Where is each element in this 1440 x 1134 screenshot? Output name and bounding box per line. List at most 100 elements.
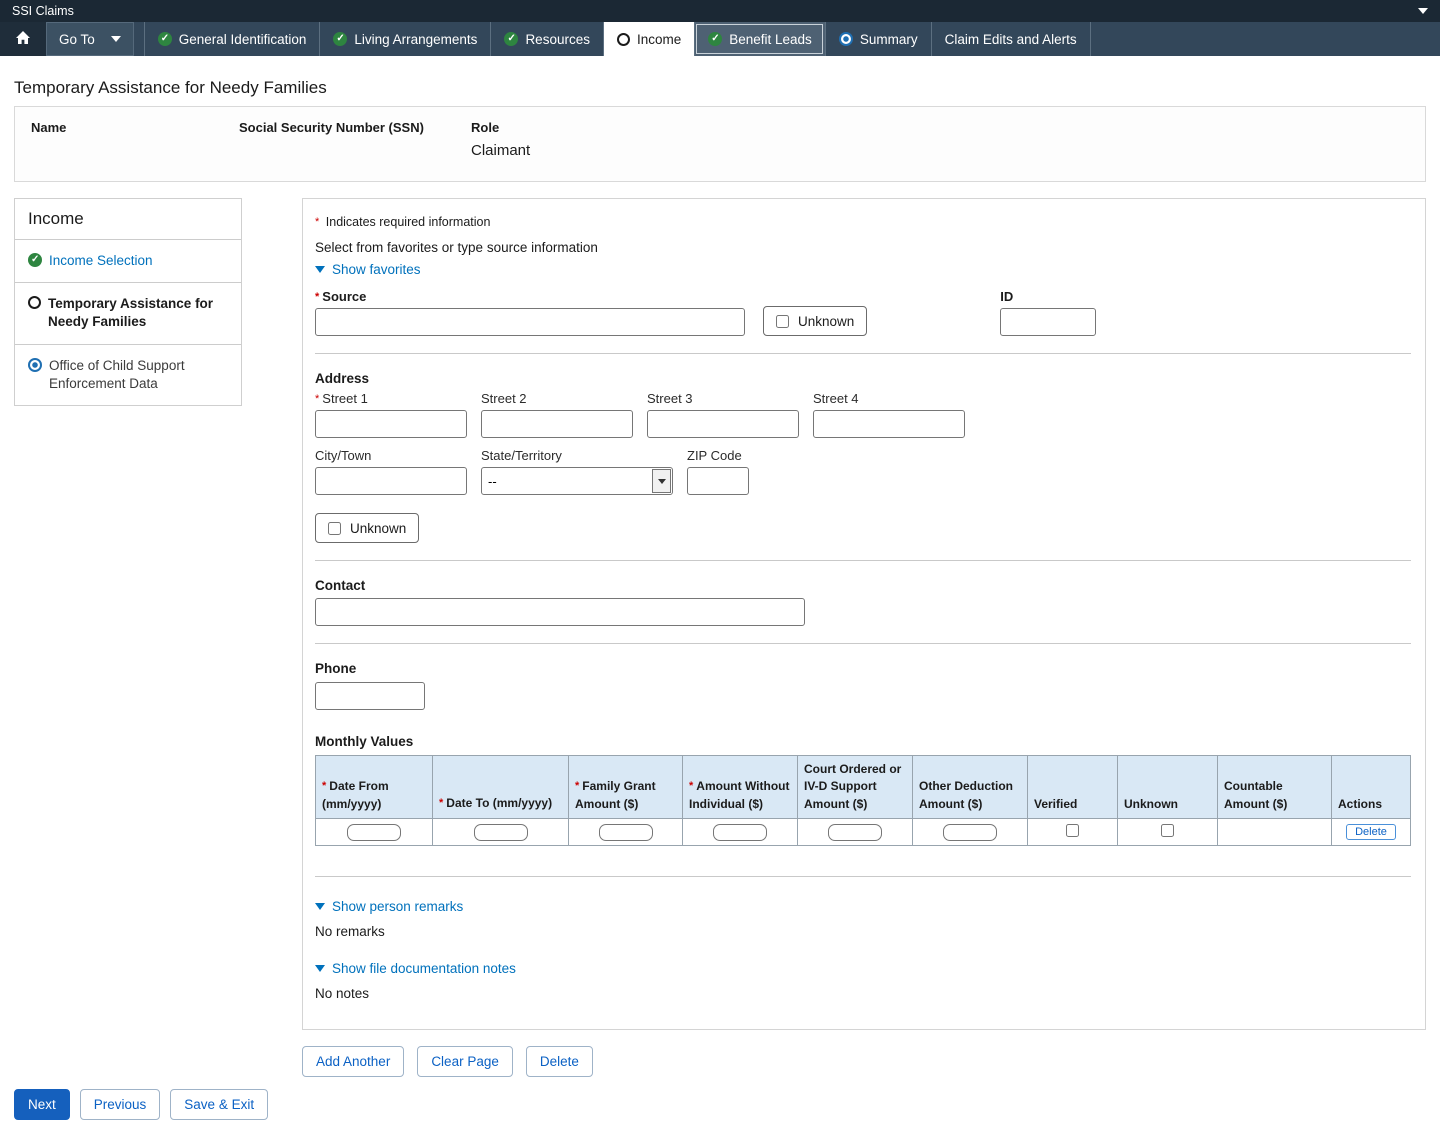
sidebar-item-label: Office of Child Support Enforcement Data [49, 357, 228, 393]
tab-label: Living Arrangements [354, 32, 477, 47]
source-label: *Source [315, 289, 745, 304]
show-person-remarks-toggle[interactable]: Show person remarks [315, 899, 1411, 914]
chevron-down-icon [315, 965, 325, 972]
notes-empty-text: No notes [315, 986, 1411, 1001]
street2-input[interactable] [481, 410, 633, 438]
tab-label: Resources [525, 32, 590, 47]
nav-tabs: General Identification Living Arrangemen… [144, 22, 1091, 56]
divider [315, 643, 1411, 644]
complete-icon [504, 32, 518, 46]
goto-label: Go To [59, 32, 95, 47]
chevron-down-icon [111, 36, 121, 42]
contact-input[interactable] [315, 598, 805, 626]
verified-checkbox[interactable] [1066, 824, 1079, 837]
family-grant-amount-input[interactable] [599, 824, 653, 841]
tab-claim-edits-and-alerts[interactable]: Claim Edits and Alerts [931, 22, 1091, 56]
address-unknown-toggle[interactable]: Unknown [315, 513, 419, 543]
window-menu-caret-icon[interactable] [1418, 8, 1428, 14]
favorites-hint: Select from favorites or type source inf… [315, 240, 1411, 255]
amount-without-individual-input[interactable] [713, 824, 767, 841]
chevron-down-icon [315, 903, 325, 910]
col-countable-amount: Countable Amount ($) [1218, 756, 1332, 819]
phone-input[interactable] [315, 682, 425, 710]
sidebar-item-tanf[interactable]: Temporary Assistance for Needy Families [15, 283, 241, 344]
monthly-values-table: *Date From (mm/yyyy) *Date To (mm/yyyy) … [315, 755, 1411, 846]
tab-income[interactable]: Income [603, 22, 694, 56]
sidebar-item-label: Income Selection [49, 252, 153, 270]
monthly-values-row: Delete [316, 819, 1411, 846]
tab-label: General Identification [179, 32, 307, 47]
tab-general-identification[interactable]: General Identification [144, 22, 320, 56]
in-progress-icon [839, 32, 853, 46]
zip-input[interactable] [687, 467, 749, 495]
sidebar-title: Income [15, 199, 241, 240]
tanf-form-panel: * Indicates required information Select … [302, 198, 1426, 1030]
row-unknown-checkbox[interactable] [1161, 824, 1174, 837]
monthly-values-heading: Monthly Values [315, 734, 1411, 749]
app-title: SSI Claims [12, 4, 74, 18]
date-from-input[interactable] [347, 824, 401, 841]
street2-label: Street 2 [481, 391, 633, 406]
col-verified: Verified [1028, 756, 1118, 819]
required-asterisk: * [315, 216, 319, 228]
street4-input[interactable] [813, 410, 965, 438]
source-input[interactable] [315, 308, 745, 336]
clear-page-button[interactable]: Clear Page [417, 1046, 513, 1077]
state-select[interactable]: -- [481, 467, 673, 495]
state-label: State/Territory [481, 448, 673, 463]
street4-label: Street 4 [813, 391, 965, 406]
divider [315, 353, 1411, 354]
other-deduction-amount-input[interactable] [943, 824, 997, 841]
complete-icon [28, 253, 42, 267]
sidebar-item-income-selection[interactable]: Income Selection [15, 240, 241, 283]
address-unknown-checkbox[interactable] [328, 522, 341, 535]
main-navbar: Go To General Identification Living Arra… [0, 22, 1440, 56]
home-button[interactable] [0, 22, 46, 56]
address-heading: Address [315, 371, 1411, 386]
add-another-button[interactable]: Add Another [302, 1046, 404, 1077]
street1-input[interactable] [315, 410, 467, 438]
tab-label: Income [637, 32, 681, 47]
tab-benefit-leads[interactable]: Benefit Leads [694, 22, 825, 56]
delete-button[interactable]: Delete [526, 1046, 593, 1077]
col-actions: Actions [1332, 756, 1411, 819]
required-asterisk: * [315, 393, 319, 405]
person-info-box: Name Social Security Number (SSN) Role C… [14, 106, 1426, 182]
source-unknown-checkbox[interactable] [776, 315, 789, 328]
tab-label: Summary [860, 32, 918, 47]
zip-label: ZIP Code [687, 448, 749, 463]
id-input[interactable] [1000, 308, 1096, 336]
divider [315, 876, 1411, 877]
show-favorites-toggle[interactable]: Show favorites [315, 262, 1411, 277]
tab-resources[interactable]: Resources [490, 22, 603, 56]
source-unknown-toggle[interactable]: Unknown [763, 306, 867, 336]
show-file-documentation-notes-toggle[interactable]: Show file documentation notes [315, 961, 1411, 976]
previous-button[interactable]: Previous [80, 1089, 161, 1120]
tab-label: Claim Edits and Alerts [945, 32, 1077, 47]
city-input[interactable] [315, 467, 467, 495]
next-button[interactable]: Next [14, 1089, 70, 1120]
save-exit-button[interactable]: Save & Exit [170, 1089, 268, 1120]
tab-summary[interactable]: Summary [825, 22, 931, 56]
tab-living-arrangements[interactable]: Living Arrangements [319, 22, 490, 56]
contact-heading: Contact [315, 578, 1411, 593]
page-action-row: Add Another Clear Page Delete [14, 1046, 1426, 1077]
phone-heading: Phone [315, 661, 1411, 676]
street3-label: Street 3 [647, 391, 799, 406]
date-to-input[interactable] [474, 824, 528, 841]
income-sidebar: Income Income Selection Temporary Assist… [14, 198, 242, 406]
divider [315, 560, 1411, 561]
sidebar-item-ocse-data[interactable]: Office of Child Support Enforcement Data [15, 345, 241, 405]
city-label: City/Town [315, 448, 467, 463]
delete-row-button[interactable]: Delete [1346, 824, 1396, 840]
goto-dropdown[interactable]: Go To [46, 22, 134, 56]
street3-input[interactable] [647, 410, 799, 438]
col-date-to: *Date To (mm/yyyy) [433, 756, 569, 819]
col-date-from: *Date From (mm/yyyy) [316, 756, 433, 819]
remarks-empty-text: No remarks [315, 924, 1411, 939]
col-amount-without-individual: *Amount Without Individual ($) [683, 756, 798, 819]
court-ordered-amount-input[interactable] [828, 824, 882, 841]
in-progress-icon [28, 358, 42, 372]
street1-label: *Street 1 [315, 391, 467, 406]
role-value: Claimant [471, 142, 530, 159]
